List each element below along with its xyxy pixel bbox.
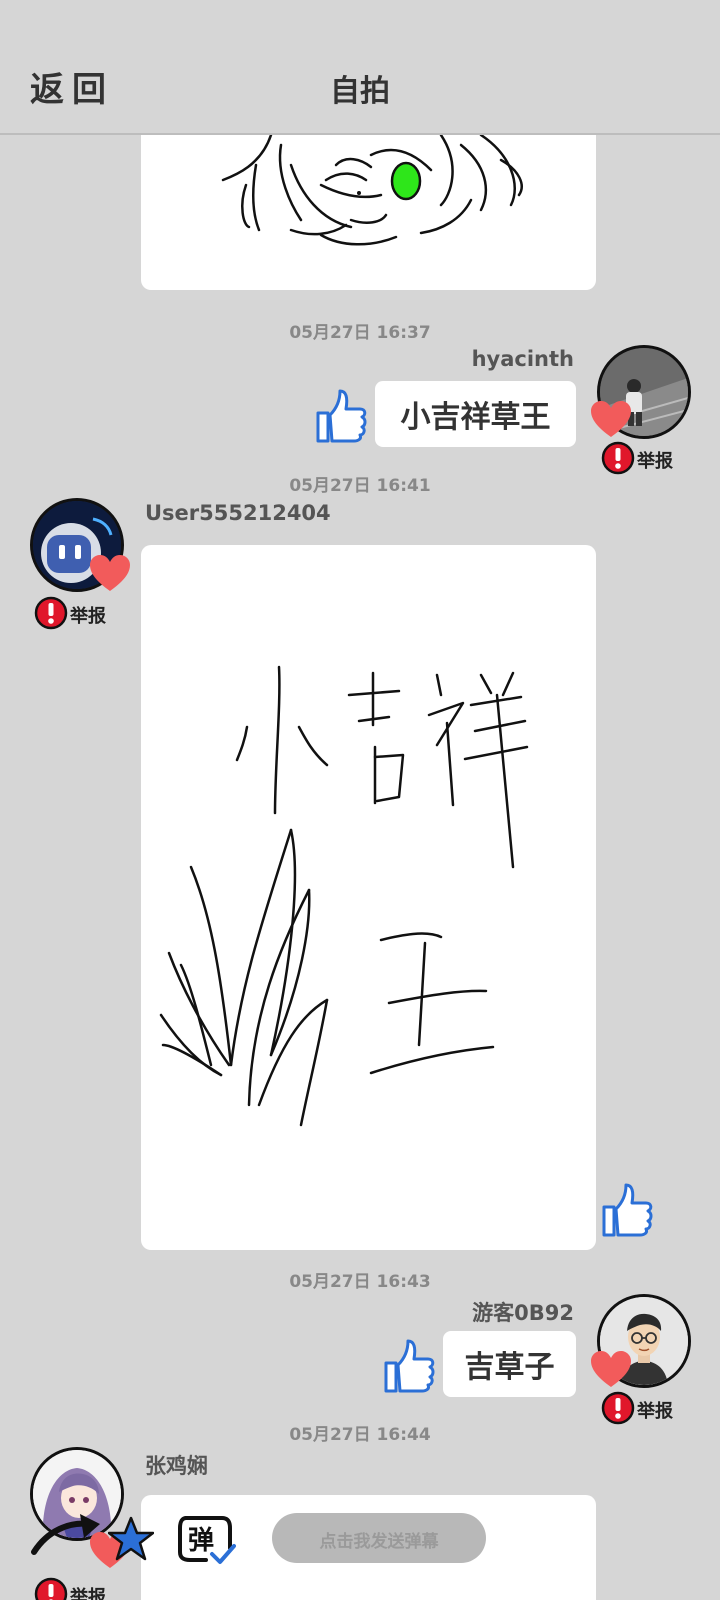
username: 游客0B92: [472, 1301, 574, 1325]
report-icon: [601, 441, 635, 475]
thumbs-up-icon[interactable]: [598, 1179, 654, 1239]
danmu-icon-char: 弹: [188, 1526, 215, 1556]
message-text: 小吉祥草王: [400, 400, 551, 435]
bottom-action-bar: 弹 点击我发送弹幕: [0, 1480, 720, 1600]
heart-icon[interactable]: [88, 553, 132, 593]
username: User555212404: [145, 501, 331, 525]
report-button[interactable]: 举报: [34, 596, 154, 632]
timestamp: 05月27日 16:41: [289, 476, 431, 496]
thumbs-up-icon[interactable]: [312, 385, 368, 445]
drawing-card[interactable]: [141, 135, 596, 290]
handwriting-drawing: [159, 665, 529, 1127]
heart-icon[interactable]: [589, 399, 633, 439]
timestamp: 05月27日 16:44: [289, 1425, 431, 1445]
page-title: 自拍: [330, 74, 390, 109]
message-bubble[interactable]: 小吉祥草王: [375, 381, 576, 447]
timestamp: 05月27日 16:43: [289, 1272, 431, 1292]
danmu-input[interactable]: 点击我发送弹幕: [272, 1513, 486, 1563]
username: 张鸡娴: [145, 1454, 208, 1478]
danmu-icon[interactable]: 弹: [176, 1510, 236, 1566]
top-bar: 返回 自拍: [0, 0, 720, 135]
message-text: 吉草子: [464, 1350, 555, 1385]
thumbs-up-icon[interactable]: [380, 1335, 436, 1395]
heart-icon[interactable]: [589, 1349, 633, 1389]
danmu-placeholder: 点击我发送弹幕: [319, 1532, 439, 1552]
star-icon[interactable]: [108, 1516, 154, 1562]
message-bubble[interactable]: 吉草子: [443, 1331, 576, 1397]
timestamp: 05月27日 16:37: [289, 323, 431, 343]
message-feed[interactable]: 05月27日 16:37 hyacinth 小吉祥草王 举报 05月27日 16…: [0, 135, 720, 1600]
report-label: 举报: [70, 606, 106, 627]
report-label: 举报: [637, 451, 673, 472]
report-icon: [34, 596, 68, 630]
sketch-face-drawing: [221, 135, 523, 246]
drawing-card[interactable]: [141, 545, 596, 1250]
username: hyacinth: [471, 347, 574, 371]
